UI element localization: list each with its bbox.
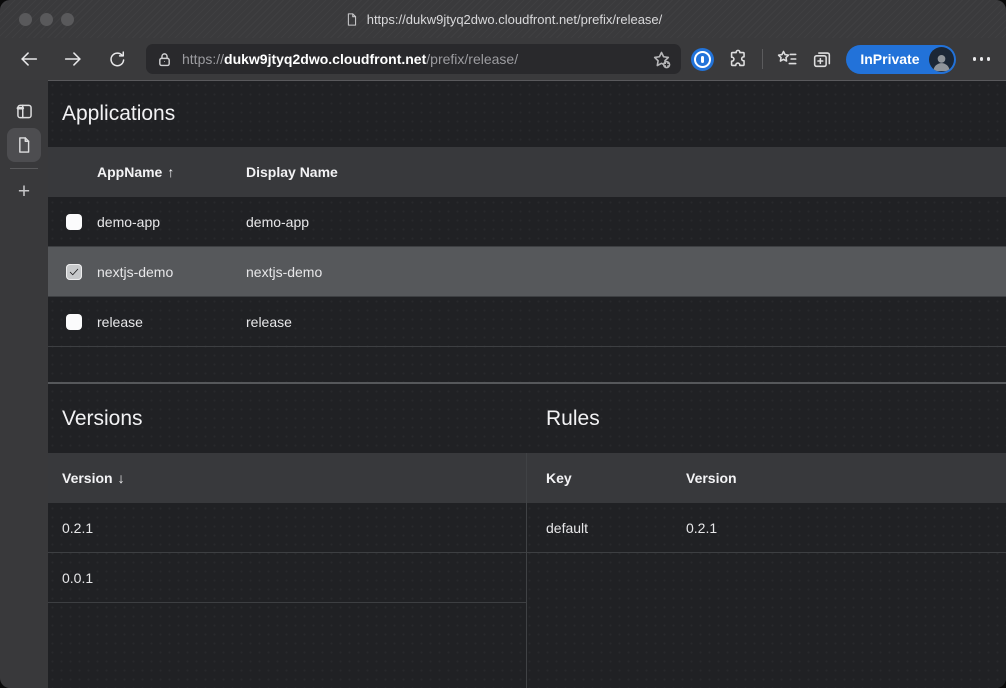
rules-table-header: Key Version xyxy=(527,453,1006,503)
application-row[interactable]: release release xyxy=(48,297,1006,347)
application-row[interactable]: nextjs-demo nextjs-demo xyxy=(48,247,1006,297)
application-row[interactable]: demo-app demo-app xyxy=(48,197,1006,247)
url-domain: dukw9jtyq2dwo.cloudfront.net xyxy=(224,51,426,67)
address-url[interactable]: https://dukw9jtyq2dwo.cloudfront.net/pre… xyxy=(182,51,644,67)
dot-icon xyxy=(973,57,977,61)
dot-icon xyxy=(980,57,984,61)
app-name-cell: nextjs-demo xyxy=(97,264,246,280)
row-checkbox[interactable] xyxy=(66,314,82,330)
1password-icon xyxy=(691,48,714,71)
person-icon xyxy=(931,51,952,72)
traffic-lights xyxy=(19,13,74,26)
plus-icon: + xyxy=(18,181,30,202)
collections-button[interactable] xyxy=(811,48,833,70)
window-title-url: https://dukw9jtyq2dwo.cloudfront.net/pre… xyxy=(367,12,663,27)
star-list-icon xyxy=(776,48,798,70)
back-button[interactable] xyxy=(12,42,46,76)
rules-heading-row: Rules xyxy=(526,384,1006,453)
dot-icon xyxy=(987,57,991,61)
check-icon xyxy=(68,266,80,278)
puzzle-icon xyxy=(727,48,749,70)
versions-heading-row: Versions xyxy=(48,384,526,453)
minimize-window-button[interactable] xyxy=(40,13,53,26)
version-column-header[interactable]: Version↓ xyxy=(62,470,125,486)
vertical-tabs-sidebar: + xyxy=(0,80,48,688)
row-checkbox[interactable] xyxy=(66,214,82,230)
appname-column-header[interactable]: AppName↑ xyxy=(97,164,246,180)
version-cell: 0.0.1 xyxy=(62,570,93,586)
browser-window: https://dukw9jtyq2dwo.cloudfront.net/pre… xyxy=(0,0,1006,688)
address-bar[interactable]: https://dukw9jtyq2dwo.cloudfront.net/pre… xyxy=(146,44,681,74)
version-row[interactable]: 0.0.1 xyxy=(48,553,526,603)
applications-table-footer xyxy=(48,347,1006,384)
tab-actions-button[interactable] xyxy=(7,94,41,128)
close-window-button[interactable] xyxy=(19,13,32,26)
sidebar-divider xyxy=(10,168,38,169)
versions-title: Versions xyxy=(62,407,143,431)
forward-button[interactable] xyxy=(56,42,90,76)
url-path: /prefix/release/ xyxy=(426,51,518,67)
zoom-window-button[interactable] xyxy=(61,13,74,26)
lock-icon[interactable] xyxy=(156,51,173,68)
toolbar: https://dukw9jtyq2dwo.cloudfront.net/pre… xyxy=(0,38,1006,80)
back-arrow-icon xyxy=(18,48,40,70)
collections-icon xyxy=(811,48,833,70)
rule-key-cell: default xyxy=(546,520,686,536)
document-tab-icon xyxy=(14,135,34,155)
panel-bodies: Version↓ 0.2.1 0.0.1 Key Version xyxy=(48,453,1006,688)
extensions-button[interactable] xyxy=(727,48,749,70)
password-manager-extension-button[interactable] xyxy=(691,48,714,71)
panel-headings: Versions Rules xyxy=(48,384,1006,453)
settings-menu-button[interactable] xyxy=(969,57,995,61)
toolbar-divider xyxy=(762,49,763,69)
app-name-cell: release xyxy=(97,314,246,330)
lower-panels: Versions Rules Version↓ 0.2.1 xyxy=(48,384,1006,688)
display-name-cell: demo-app xyxy=(246,214,1006,230)
vertical-tabs-icon xyxy=(14,101,35,122)
sort-ascending-icon: ↑ xyxy=(167,164,174,180)
display-name-cell: release xyxy=(246,314,1006,330)
page-content: Applications AppName↑ Display Name demo-… xyxy=(48,80,1006,688)
applications-title: Applications xyxy=(62,102,175,126)
toolbar-right: InPrivate xyxy=(691,45,994,74)
url-scheme: https:// xyxy=(182,51,224,67)
window-title: https://dukw9jtyq2dwo.cloudfront.net/pre… xyxy=(344,12,663,27)
active-tab[interactable] xyxy=(7,128,41,162)
rule-version-cell: 0.2.1 xyxy=(686,520,1006,536)
page-icon xyxy=(344,12,359,27)
rule-row[interactable]: default 0.2.1 xyxy=(527,503,1006,553)
rules-title: Rules xyxy=(546,407,600,431)
displayname-column-header[interactable]: Display Name xyxy=(246,164,1006,180)
sort-descending-icon: ↓ xyxy=(118,470,125,486)
versions-panel: Version↓ 0.2.1 0.0.1 xyxy=(48,453,526,688)
titlebar: https://dukw9jtyq2dwo.cloudfront.net/pre… xyxy=(0,0,1006,38)
main-area: + Applications AppName↑ Display Name dem… xyxy=(0,80,1006,688)
profile-avatar[interactable] xyxy=(929,47,954,72)
add-favorite-button[interactable] xyxy=(652,50,671,69)
key-column-header[interactable]: Key xyxy=(546,470,686,486)
new-tab-button[interactable]: + xyxy=(7,174,41,208)
refresh-icon xyxy=(107,49,128,70)
version-cell: 0.2.1 xyxy=(62,520,93,536)
display-name-cell: nextjs-demo xyxy=(246,264,1006,280)
inprivate-label: InPrivate xyxy=(860,51,919,67)
app-name-cell: demo-app xyxy=(97,214,246,230)
applications-heading-row: Applications xyxy=(48,81,1006,147)
refresh-button[interactable] xyxy=(100,42,134,76)
row-checkbox[interactable] xyxy=(66,264,82,280)
versions-table-header: Version↓ xyxy=(48,453,526,503)
forward-arrow-icon xyxy=(62,48,84,70)
applications-table-header: AppName↑ Display Name xyxy=(48,147,1006,197)
favorites-button[interactable] xyxy=(776,48,798,70)
star-plus-icon xyxy=(652,50,671,69)
inprivate-badge[interactable]: InPrivate xyxy=(846,45,955,74)
version-row[interactable]: 0.2.1 xyxy=(48,503,526,553)
rule-version-column-header[interactable]: Version xyxy=(686,470,1006,486)
rules-panel: Key Version default 0.2.1 xyxy=(526,453,1006,688)
